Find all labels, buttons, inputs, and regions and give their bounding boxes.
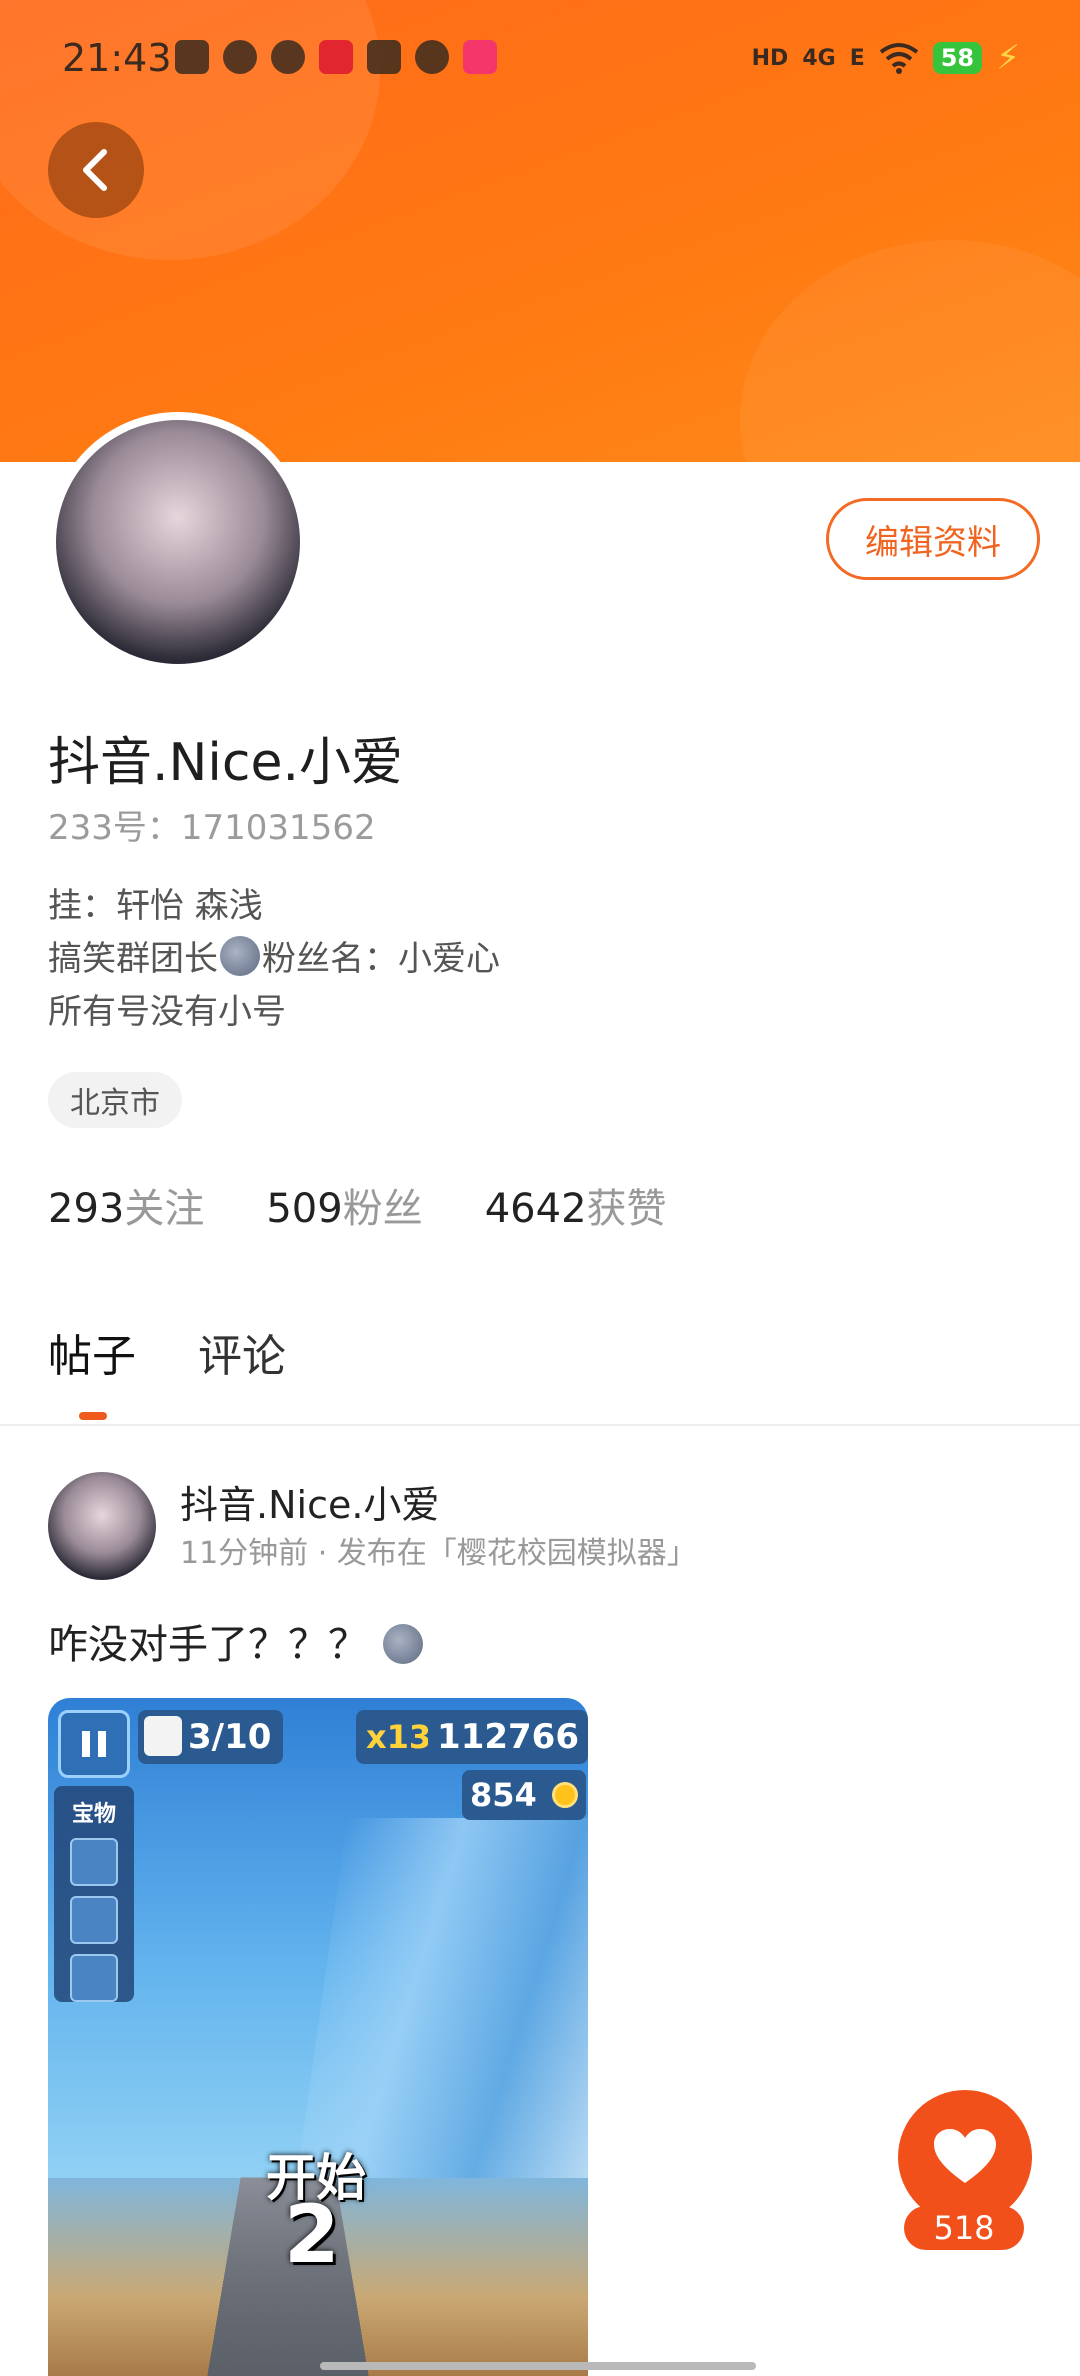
post-image[interactable]: 3/10 x13 112766 854 宝物 开始 2 (48, 1698, 588, 2376)
treasure-slot-icon (70, 1954, 118, 2002)
moon-emoji-icon (220, 936, 260, 976)
game-coins: 854 (462, 1770, 586, 1820)
location-tag: 北京市 (48, 1072, 182, 1128)
active-tab-indicator (79, 1412, 107, 1420)
profile-name: 抖音.Nice.小爱 (48, 720, 403, 795)
game-treasure-panel: 宝物 (54, 1786, 134, 2002)
heart-notification-icon (223, 40, 257, 74)
banner-decoration (740, 240, 1080, 462)
back-button[interactable] (48, 122, 144, 218)
fans-stat[interactable]: 509粉丝 (266, 1176, 422, 1234)
cup-icon (144, 1716, 182, 1756)
news-notification-icon (319, 40, 353, 74)
likes-label: 获赞 (587, 1186, 667, 1232)
system-status-icons: HD 4G E 58 ⚡ (752, 38, 1020, 78)
bio-text: 粉丝名：小爱心 (262, 939, 500, 979)
post-author-name[interactable]: 抖音.Nice.小爱 (180, 1474, 439, 1529)
game-counter-text: 3/10 (188, 1717, 271, 1757)
following-count: 293 (48, 1186, 124, 1232)
wifi-icon (879, 42, 919, 74)
game-treasure-label: 宝物 (54, 1796, 134, 1828)
bio-line: 挂：轩怡 森浅 (48, 880, 500, 933)
home-indicator[interactable] (320, 2362, 756, 2370)
tab-comments[interactable]: 评论 (198, 1320, 286, 1384)
following-label: 关注 (124, 1186, 204, 1232)
profile-stats: 293关注 509粉丝 4642获赞 (48, 1176, 667, 1234)
profile-id: 233号：171031562 (48, 800, 376, 849)
like-button[interactable] (898, 2090, 1032, 2224)
chevron-left-icon (76, 146, 116, 194)
signal-4g-icon: 4G (802, 46, 835, 71)
edit-profile-button[interactable]: 编辑资料 (826, 498, 1040, 580)
game-mission-counter: 3/10 (138, 1710, 283, 1764)
avatar[interactable] (56, 420, 300, 664)
app-notification-icon (175, 40, 209, 74)
profile-bio: 挂：轩怡 森浅 搞笑群团长 粉丝名：小爱心 所有号没有小号 (48, 880, 500, 1039)
charging-icon: ⚡ (996, 38, 1020, 78)
hd-icon: HD (752, 46, 789, 71)
status-time: 21:43 (62, 36, 172, 80)
notification-icons (175, 40, 497, 74)
treasure-slot-icon (70, 1896, 118, 1944)
signal-e-icon: E (850, 46, 865, 71)
profile-avatar-frame (48, 412, 308, 672)
tab-posts[interactable]: 帖子 (48, 1320, 136, 1384)
app-notification-icon (463, 40, 497, 74)
game-coins-count: 854 (470, 1776, 537, 1814)
post-text-content: 咋没对手了？？？ (48, 1622, 368, 1668)
moon-emoji-icon (383, 1624, 423, 1664)
likes-stat[interactable]: 4642获赞 (485, 1176, 667, 1234)
post-text: 咋没对手了？？？ (48, 1612, 425, 1670)
chat-notification-icon (415, 40, 449, 74)
treasure-slot-icon (70, 1838, 118, 1886)
game-countdown: 2 (284, 2188, 340, 2281)
coin-icon (552, 1782, 578, 1808)
bio-line: 搞笑群团长 粉丝名：小爱心 (48, 933, 500, 986)
game-pause-icon (58, 1710, 130, 1778)
following-stat[interactable]: 293关注 (48, 1176, 204, 1234)
status-bar: 21:43 HD 4G E 58 ⚡ (0, 0, 1080, 110)
heart-icon (932, 2127, 998, 2187)
divider (0, 1424, 1080, 1426)
post-meta: 11分钟前 · 发布在「樱花校园模拟器」 (180, 1528, 697, 1572)
game-score: 112766 (428, 1710, 588, 1764)
profile-tabs: 帖子 评论 (48, 1320, 286, 1384)
like-count: 518 (904, 2206, 1024, 2250)
gauge-notification-icon (271, 40, 305, 74)
fans-label: 粉丝 (343, 1186, 423, 1232)
fans-count: 509 (266, 1186, 342, 1232)
book-notification-icon (367, 40, 401, 74)
bio-text: 搞笑群团长 (48, 939, 218, 979)
likes-count: 4642 (485, 1186, 587, 1232)
bio-line: 所有号没有小号 (48, 986, 500, 1039)
post-author-avatar[interactable] (48, 1472, 156, 1580)
battery-indicator: 58 (933, 42, 982, 74)
